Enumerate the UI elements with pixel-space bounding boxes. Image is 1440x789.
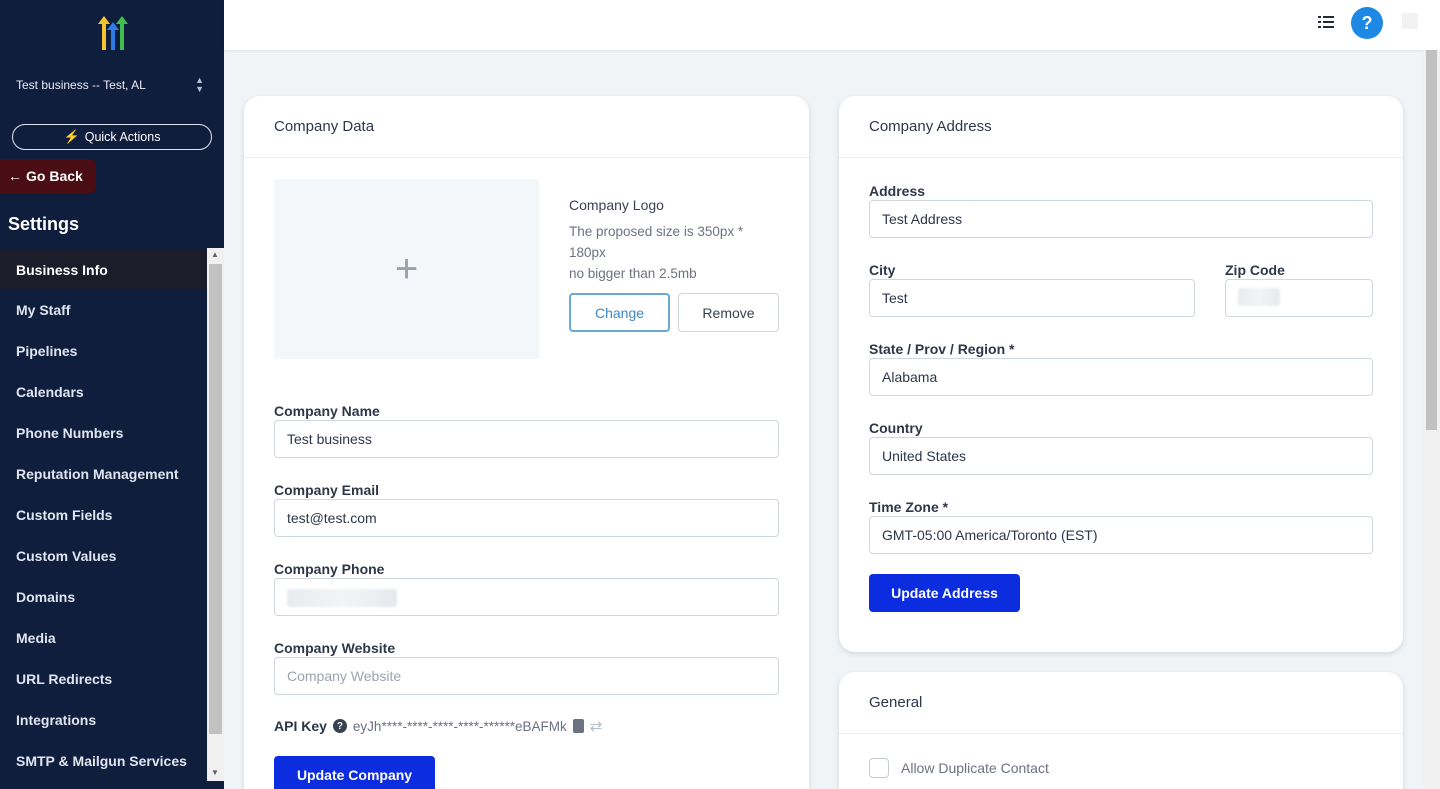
sidebar-item-business-info[interactable]: Business Info [0,250,207,289]
chevron-updown-icon: ▲ ▼ [195,75,204,94]
avatar[interactable] [1402,13,1418,29]
company-website-input[interactable] [274,657,779,695]
company-email-input[interactable] [274,499,779,537]
logo-size-hint: The proposed size is 350px * 180px [569,224,744,260]
company-email-label: Company Email [274,482,380,498]
scroll-down-icon[interactable]: ▼ [211,768,219,777]
api-key-label: API Key [274,718,327,734]
sidebar-item-pipelines[interactable]: Pipelines [0,330,207,371]
account-switcher[interactable]: Test business -- Test, AL ▲ ▼ [16,75,208,96]
sidebar-item-phone-numbers[interactable]: Phone Numbers [0,412,207,453]
remove-logo-button[interactable]: Remove [678,293,779,332]
city-input[interactable] [869,279,1195,317]
update-address-button[interactable]: Update Address [869,574,1020,612]
logo-upload-area[interactable]: + [274,179,539,359]
settings-nav: Business Info My Staff Pipelines Calenda… [0,248,207,789]
company-logo-label: Company Logo [569,197,664,213]
api-key-value: eyJh****-****-****-****-******eBAFMk [352,718,567,734]
company-address-title: Company Address [839,96,1403,158]
address-input[interactable] [869,200,1373,238]
city-label: City [869,262,896,278]
sidebar-item-reputation-management[interactable]: Reputation Management [0,453,207,494]
company-address-card: Company Address Address City Zip Code St… [839,96,1403,652]
page-scrollbar[interactable] [1423,50,1440,789]
timezone-label: Time Zone * [869,499,949,515]
sidebar-item-url-redirects[interactable]: URL Redirects [0,658,207,699]
company-name-input[interactable] [274,420,779,458]
list-icon[interactable] [1318,14,1334,30]
company-name-label: Company Name [274,403,380,419]
arrow-left-icon: ← [8,168,22,184]
timezone-select[interactable] [869,516,1373,554]
update-company-button[interactable]: Update Company [274,756,435,789]
top-bar: ? [224,0,1440,50]
question-circle-icon[interactable]: ? [332,719,347,733]
company-phone-input[interactable] [274,578,779,616]
lightning-icon: ⚡ [63,129,80,144]
help-button[interactable]: ? [1351,7,1383,39]
change-logo-button[interactable]: Change [569,293,670,332]
sidebar-scrollbar[interactable]: ▲ ▼ [207,248,224,781]
api-key-row: API Key ? eyJh****-****-****-****-******… [274,716,602,736]
company-data-title: Company Data [244,96,809,158]
allow-duplicate-contact-label: Allow Duplicate Contact [901,760,1049,776]
sidebar-item-custom-values[interactable]: Custom Values [0,535,207,576]
sidebar-item-calendars[interactable]: Calendars [0,371,207,412]
allow-duplicate-contact-row[interactable]: Allow Duplicate Contact [869,758,1049,778]
country-label: Country [869,420,923,436]
sidebar-item-my-staff[interactable]: My Staff [0,289,207,330]
zip-code-input[interactable] [1225,279,1373,317]
quick-actions-label: Quick Actions [84,130,161,144]
logo-weight-hint: no bigger than 2.5mb [569,266,697,281]
address-label: Address [869,183,926,199]
settings-title: Settings [8,214,80,234]
company-data-card: Company Data + Company Logo The proposed… [244,96,809,789]
app-logo [98,16,128,50]
company-phone-label: Company Phone [274,561,385,577]
company-website-label: Company Website [274,640,396,656]
zip-code-label: Zip Code [1225,262,1285,278]
regenerate-icon[interactable]: ⇄ [590,717,603,735]
account-name: Test business -- Test, AL [16,78,146,92]
quick-actions-button[interactable]: ⚡ Quick Actions [12,124,212,150]
sidebar-scroll-thumb[interactable] [209,264,222,734]
redacted-phone [287,589,397,607]
allow-duplicate-contact-checkbox[interactable] [869,758,889,778]
country-select[interactable] [869,437,1373,475]
sidebar: Test business -- Test, AL ▲ ▼ ⚡ Quick Act… [0,0,224,789]
state-label: State / Prov / Region * [869,341,1015,357]
go-back-button[interactable]: ← Go Back [0,159,96,193]
redacted-zip [1238,288,1280,306]
sidebar-item-custom-fields[interactable]: Custom Fields [0,494,207,535]
sidebar-item-media[interactable]: Media [0,617,207,658]
general-title: General [839,672,1403,734]
go-back-label: Go Back [26,168,83,184]
sidebar-item-domains[interactable]: Domains [0,576,207,617]
clipboard-icon[interactable] [572,719,584,733]
plus-icon: + [394,246,419,291]
general-card: General Allow Duplicate Contact [839,672,1403,789]
sidebar-item-smtp-mailgun[interactable]: SMTP & Mailgun Services [0,740,207,781]
page-scroll-thumb[interactable] [1426,50,1437,430]
state-input[interactable] [869,358,1373,396]
sidebar-item-integrations[interactable]: Integrations [0,699,207,740]
scroll-up-icon[interactable]: ▲ [211,250,219,259]
logo-info: Company Logo The proposed size is 350px … [569,197,769,284]
